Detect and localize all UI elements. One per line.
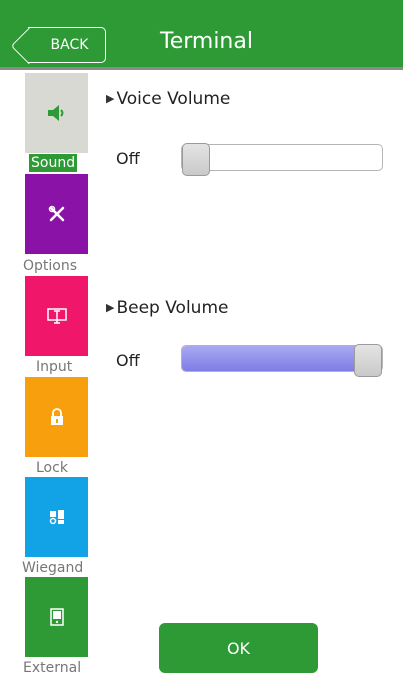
sound-tile xyxy=(25,73,88,153)
ok-button[interactable]: OK xyxy=(159,623,318,673)
sidebar-item-external[interactable]: External xyxy=(0,577,90,679)
sidebar-item-label: Lock xyxy=(36,460,68,476)
speaker-icon xyxy=(47,105,63,121)
beep-volume-slider-thumb[interactable] xyxy=(354,344,382,377)
header-bar: BACK Terminal xyxy=(0,0,403,70)
wiegand-tile xyxy=(25,477,88,557)
options-tile xyxy=(25,174,88,254)
voice-volume-value: Off xyxy=(116,149,140,168)
sidebar-item-input[interactable]: Input xyxy=(0,276,90,378)
sidebar-item-label: Input xyxy=(36,359,73,375)
beep-volume-slider[interactable] xyxy=(181,344,383,377)
beep-volume-title: ▶ Beep Volume xyxy=(106,298,228,318)
sidebar-item-label: Options xyxy=(23,258,78,274)
sidebar-item-options[interactable]: Options xyxy=(0,174,90,277)
lock-tile xyxy=(25,377,88,457)
voice-volume-title: ▶ Voice Volume xyxy=(106,89,230,109)
terminal-input-icon xyxy=(46,308,67,324)
sidebar-item-label: External xyxy=(23,660,82,676)
expand-arrow-icon: ▶ xyxy=(106,92,115,105)
sidebar-item-label: Sound xyxy=(29,154,78,172)
expand-arrow-icon: ▶ xyxy=(106,301,115,314)
voice-volume-slider-thumb[interactable] xyxy=(182,143,210,176)
tools-icon xyxy=(48,205,64,222)
external-tile xyxy=(25,577,88,657)
beep-volume-value: Off xyxy=(116,351,140,370)
external-device-icon xyxy=(49,608,64,626)
voice-volume-title-text: Voice Volume xyxy=(116,89,231,109)
ok-button-label: OK xyxy=(226,638,251,658)
beep-volume-title-text: Beep Volume xyxy=(116,298,229,318)
lock-icon xyxy=(50,408,63,425)
beep-volume-slider-fill xyxy=(182,346,368,371)
input-tile xyxy=(25,276,88,356)
page-title: Terminal xyxy=(160,29,253,54)
voice-volume-slider[interactable] xyxy=(181,143,383,176)
back-button[interactable]: BACK xyxy=(28,27,106,63)
sidebar-item-label: Wiegand xyxy=(22,560,84,576)
sidebar-item-lock[interactable]: Lock xyxy=(0,377,90,479)
back-button-label: BACK xyxy=(50,37,89,53)
wiegand-icon xyxy=(49,510,64,525)
sidebar-item-sound[interactable]: Sound xyxy=(0,73,90,175)
sidebar-item-wiegand[interactable]: Wiegand xyxy=(0,477,90,579)
